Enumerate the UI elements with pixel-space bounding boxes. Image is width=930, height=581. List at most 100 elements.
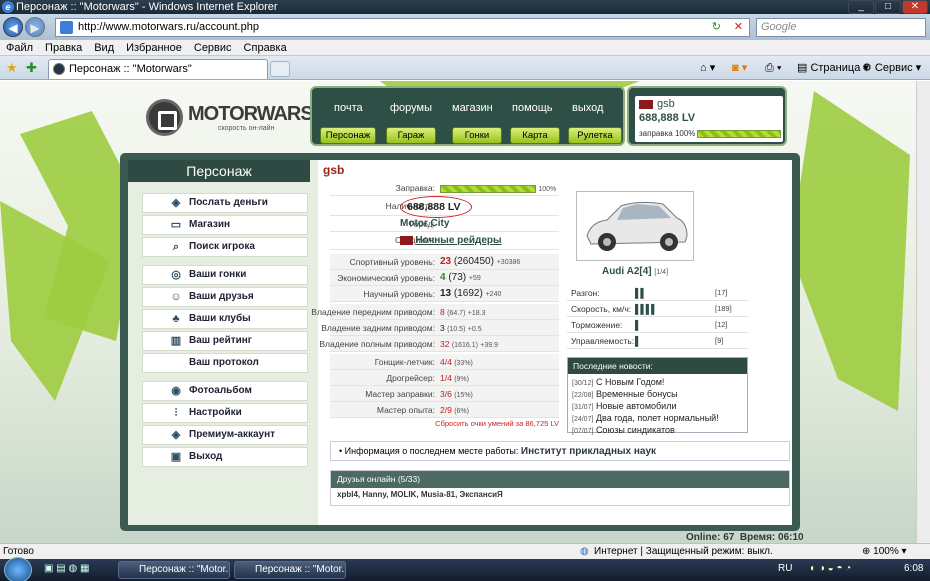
minimize-button[interactable]: _ — [848, 0, 874, 14]
nav-help[interactable]: помощь — [512, 102, 553, 114]
home-icon[interactable]: ⌂ ▾ — [700, 61, 715, 75]
btn-garage[interactable]: Гараж — [386, 127, 436, 144]
window-titlebar: e Персонаж :: "Motorwars" - Windows Inte… — [0, 0, 930, 14]
nav-exit[interactable]: выход — [572, 102, 603, 114]
city-row: Город: Motor City — [330, 216, 559, 232]
search-input[interactable]: Google — [756, 18, 926, 37]
fuel-bar — [440, 184, 536, 193]
print-icon[interactable]: ⎙ ▾ — [765, 61, 781, 75]
globe-icon: ◍ — [580, 546, 589, 557]
window-title: Персонаж :: "Motorwars" - Windows Intern… — [16, 1, 278, 13]
news-item[interactable]: [31/07] Новые автомобили — [572, 401, 743, 413]
ie-logo-icon: e — [2, 1, 14, 13]
car-stat-accel: Разгон: ▌▌ [17] — [567, 285, 748, 301]
taskbar-item[interactable]: Персонаж :: "Motor... — [234, 561, 346, 579]
page-menu[interactable]: ▤ Страница ▾ — [797, 61, 869, 75]
browser-tab[interactable]: Персонаж :: "Motorwars" — [48, 59, 268, 79]
quicklaunch-icons[interactable]: ▣ ▤ ◍ ▦ — [44, 563, 89, 574]
nav-logout[interactable]: ▣ Выход — [142, 447, 308, 467]
zone-text[interactable]: Интернет | Защищенный режим: выкл. — [594, 544, 773, 559]
nav-mail[interactable]: почта — [334, 102, 363, 114]
btn-roulette[interactable]: Рулетка — [568, 127, 622, 144]
steering-wheel-icon: ◎ — [171, 269, 181, 281]
nav-settings[interactable]: ⫶ Настройки — [142, 403, 308, 423]
clock[interactable]: 6:08 — [904, 563, 923, 574]
nav-send-money[interactable]: ◈ Послать деньги — [142, 193, 308, 213]
nav-find-player[interactable]: ⌕ Поиск игрока — [142, 237, 308, 257]
tools-menu[interactable]: ⚙ Сервис ▾ — [862, 61, 921, 75]
syndicate-link[interactable]: Ночные рейдеры — [415, 235, 501, 246]
car-stat-brake: Торможение: ▌ [12] — [567, 317, 748, 333]
nav-shop[interactable]: магазин — [452, 102, 493, 114]
user-name[interactable]: gsb — [657, 98, 675, 110]
decor-leaf-right — [790, 91, 910, 411]
forward-button[interactable]: ▶ — [25, 17, 45, 37]
back-button[interactable]: ◀ — [3, 17, 23, 37]
shop-icon: ▭ — [170, 219, 182, 231]
car-image[interactable] — [576, 191, 694, 261]
news-item[interactable]: [24/07] Два года, полет нормальный! — [572, 413, 743, 425]
tray-icons[interactable]: ◐ ◑ ◒ ◓ ◔ — [810, 563, 851, 574]
user-fuel-bar — [697, 130, 781, 138]
nav-your-rating[interactable]: ▥ Ваш рейтинг — [142, 331, 308, 351]
nav-your-log[interactable]: Ваш протокол — [142, 353, 308, 373]
user-money: 688,888 LV — [639, 112, 696, 124]
favorites-star-icon[interactable]: ★ — [6, 61, 18, 75]
brake-bars: ▌ — [635, 320, 641, 330]
zoom-control[interactable]: ⊕ 100% ▾ — [862, 544, 907, 559]
site-favicon-icon — [53, 63, 65, 75]
nav-your-clubs[interactable]: ♣ Ваши клубы — [142, 309, 308, 329]
reset-skills-link[interactable]: Сбросить очки умений за 86,725 LV — [330, 419, 559, 428]
nav-your-friends[interactable]: ☺ Ваши друзья — [142, 287, 308, 307]
address-row: ◀ ▶ http://www.motorwars.ru/account.php … — [0, 14, 930, 40]
syndicate-flag-icon — [400, 236, 413, 246]
money-icon: ◈ — [171, 197, 181, 209]
page-scrollbar[interactable] — [916, 81, 930, 543]
news-item[interactable]: [07/07] Союзы синдикатов — [572, 425, 743, 437]
menu-view[interactable]: Вид — [88, 40, 120, 56]
nav-forums[interactable]: форумы — [390, 102, 432, 114]
sport-level-row: Спортивный уровень: 23 (260450) +30386 — [330, 254, 559, 270]
sliders-icon: ⫶ — [174, 407, 178, 419]
cash-row: Наличность: 688,888 LV — [330, 196, 559, 218]
maximize-button[interactable]: □ — [875, 0, 901, 14]
add-favorite-icon[interactable]: ✚ — [26, 61, 37, 75]
news-item[interactable]: [22/08] Временные бонусы — [572, 389, 743, 401]
start-button[interactable] — [4, 557, 32, 581]
work-place[interactable]: Институт прикладных наук — [521, 446, 656, 457]
online-counter: Online: 67 Время: 06:10 — [686, 532, 804, 543]
accel-bars: ▌▌ — [635, 288, 647, 298]
language-indicator[interactable]: RU — [778, 563, 792, 574]
magnifier-icon: ⌕ — [172, 241, 180, 253]
refresh-icon[interactable]: ↻ — [712, 19, 721, 36]
address-bar[interactable]: http://www.motorwars.ru/account.php ↻ ✕ — [55, 18, 750, 37]
taskbar-item[interactable]: Персонаж :: "Motor... — [118, 561, 230, 579]
btn-races[interactable]: Гонки — [452, 127, 502, 144]
news-item[interactable]: [30/12] С Новым Годом! — [572, 377, 743, 389]
menu-help[interactable]: Справка — [238, 40, 293, 56]
menu-file[interactable]: Файл — [0, 40, 39, 56]
friends-list[interactable]: xpbl4, Hanny, MOLIK, Musia-81, ЭкспансиЯ — [331, 488, 789, 501]
nav-shop-left[interactable]: ▭ Магазин — [142, 215, 308, 235]
btn-character[interactable]: Персонаж — [320, 127, 376, 144]
close-button[interactable]: ✕ — [902, 0, 928, 14]
character-panel: Персонаж ◈ Послать деньги ▭ Магазин ⌕ Поиск… — [120, 153, 800, 531]
site-logo[interactable]: MOTORWARS.RU скорость он-лайн — [146, 99, 345, 137]
menu-favorites[interactable]: Избранное — [120, 40, 188, 56]
stop-icon[interactable]: ✕ — [734, 19, 743, 36]
syndicate-row: Синдикат: Ночные рейдеры — [330, 232, 559, 250]
rating-bars-icon: ▥ — [170, 335, 182, 347]
camera-icon: ◉ — [171, 385, 181, 397]
btn-map[interactable]: Карта — [510, 127, 560, 144]
nav-your-races[interactable]: ◎ Ваши гонки — [142, 265, 308, 285]
menu-edit[interactable]: Правка — [39, 40, 88, 56]
feeds-icon[interactable]: ◙ ▾ — [732, 61, 747, 75]
logo-tagline: скорость он-лайн — [218, 125, 275, 132]
car-title[interactable]: Audi A2[4] [1/4] — [576, 266, 694, 277]
new-tab-button[interactable] — [270, 61, 290, 77]
menu-tools[interactable]: Сервис — [188, 40, 238, 56]
sci-level-row: Научный уровень: 13 (1692) +240 — [330, 286, 559, 302]
nav-photo-album[interactable]: ◉ Фотоальбом — [142, 381, 308, 401]
nav-premium[interactable]: ◈ Премиум-аккаунт — [142, 425, 308, 445]
econ-level-row: Экономический уровень: 4 (73) +59 — [330, 270, 559, 286]
